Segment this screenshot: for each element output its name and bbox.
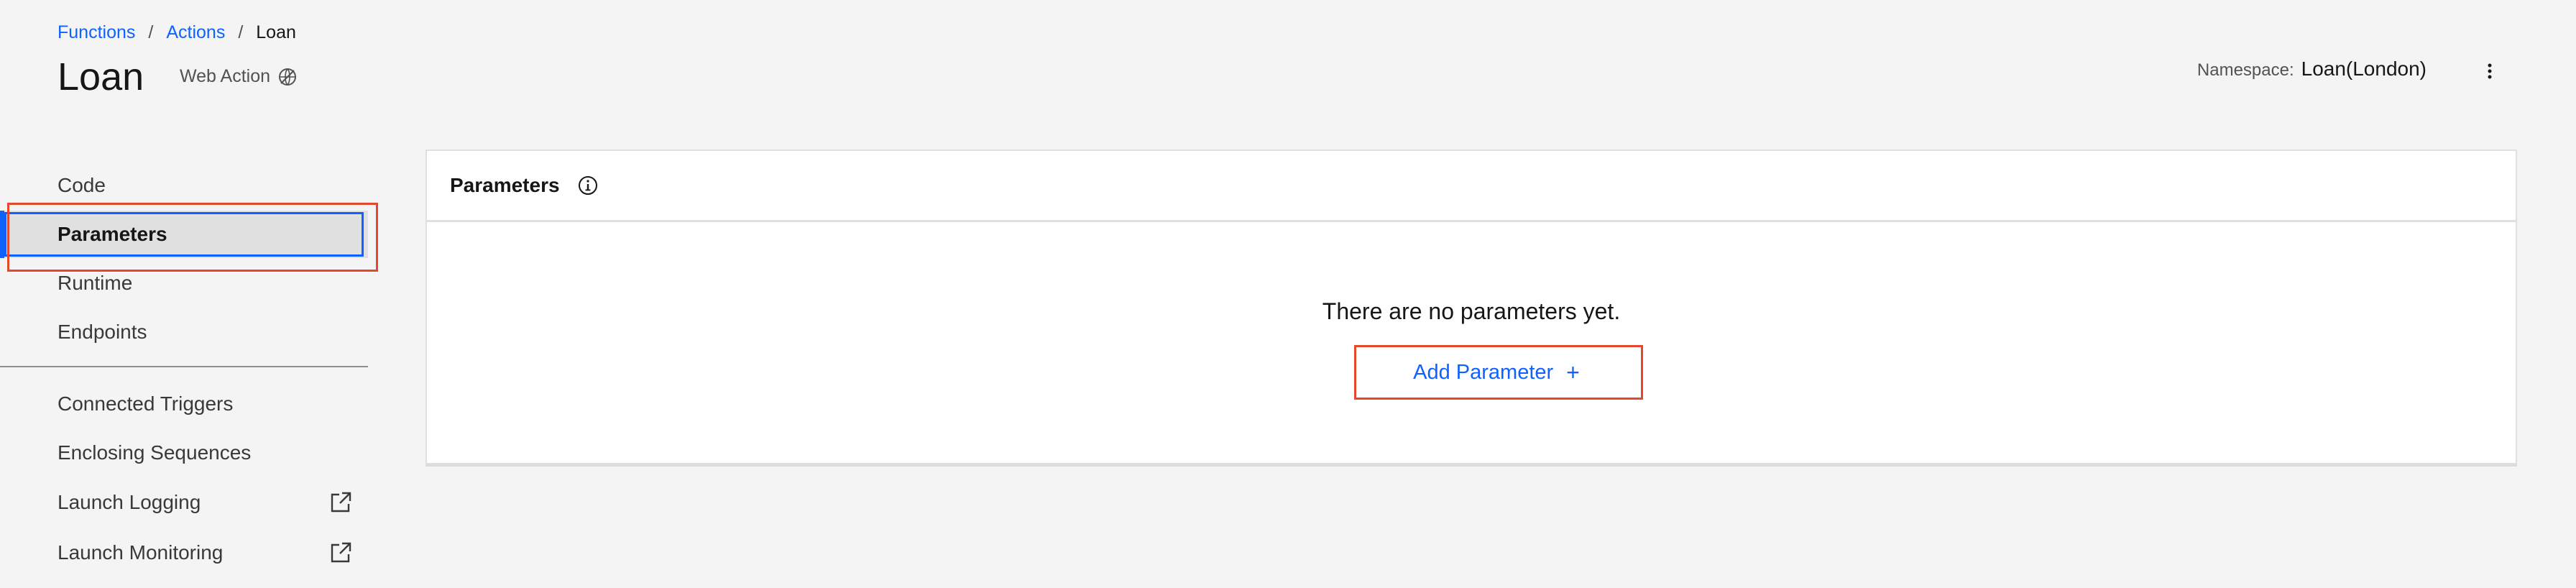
page-title: Loan [58, 55, 144, 98]
sidebar-item-runtime[interactable]: Runtime [0, 259, 368, 307]
add-parameter-button[interactable]: Add Parameter + [1353, 346, 1640, 398]
breadcrumb-separator: / [148, 22, 154, 42]
web-action-disabled-icon [279, 68, 297, 86]
breadcrumb-functions[interactable]: Functions [58, 22, 135, 43]
add-parameter-label: Add Parameter [1413, 360, 1554, 384]
sidebar-divider [0, 366, 368, 367]
external-link-icon [331, 542, 351, 563]
web-action-status: Web Action [180, 66, 298, 87]
plus-icon: + [1566, 359, 1580, 385]
sidebar-item-label: Code [58, 174, 106, 196]
web-action-label: Web Action [180, 66, 271, 86]
empty-state-message: There are no parameters yet. [1322, 298, 1621, 324]
breadcrumb-separator: / [238, 22, 244, 42]
panel-header: Parameters [427, 151, 2516, 222]
sidebar-item-label: Connected Triggers [58, 392, 234, 415]
namespace-value[interactable]: Loan(London) [2301, 58, 2426, 81]
sidebar-item-connected-triggers[interactable]: Connected Triggers [0, 380, 368, 428]
external-link-icon [331, 492, 351, 513]
sidebar-item-label: Launch Logging [58, 491, 201, 513]
overflow-menu-icon [2488, 63, 2492, 79]
breadcrumb-current: Loan [256, 22, 296, 42]
info-icon[interactable] [577, 175, 599, 196]
sidebar-item-label: Enclosing Sequences [58, 441, 252, 464]
sidebar-item-code[interactable]: Code [0, 162, 368, 209]
sidebar-item-endpoints[interactable]: Endpoints [0, 308, 368, 356]
sidebar-item-launch-logging[interactable]: Launch Logging [0, 479, 368, 526]
overflow-menu-button[interactable] [2475, 55, 2504, 88]
sidebar-item-label: Launch Monitoring [58, 541, 224, 564]
sidebar-item-launch-monitoring[interactable]: Launch Monitoring [0, 529, 368, 576]
sidebar-item-label: Runtime [58, 272, 133, 294]
namespace-indicator: Namespace: Loan(London) [2197, 58, 2426, 81]
focus-outline [4, 212, 364, 257]
breadcrumb-actions[interactable]: Actions [166, 22, 225, 43]
sidebar-item-enclosing-sequences[interactable]: Enclosing Sequences [0, 429, 368, 477]
sidebar-item-label: Endpoints [58, 321, 147, 343]
namespace-label: Namespace: [2196, 60, 2294, 80]
breadcrumb: Functions / Actions / Loan [58, 20, 296, 45]
parameters-panel: Parameters There are no parameters yet. … [426, 150, 2517, 464]
panel-title: Parameters [450, 174, 560, 196]
